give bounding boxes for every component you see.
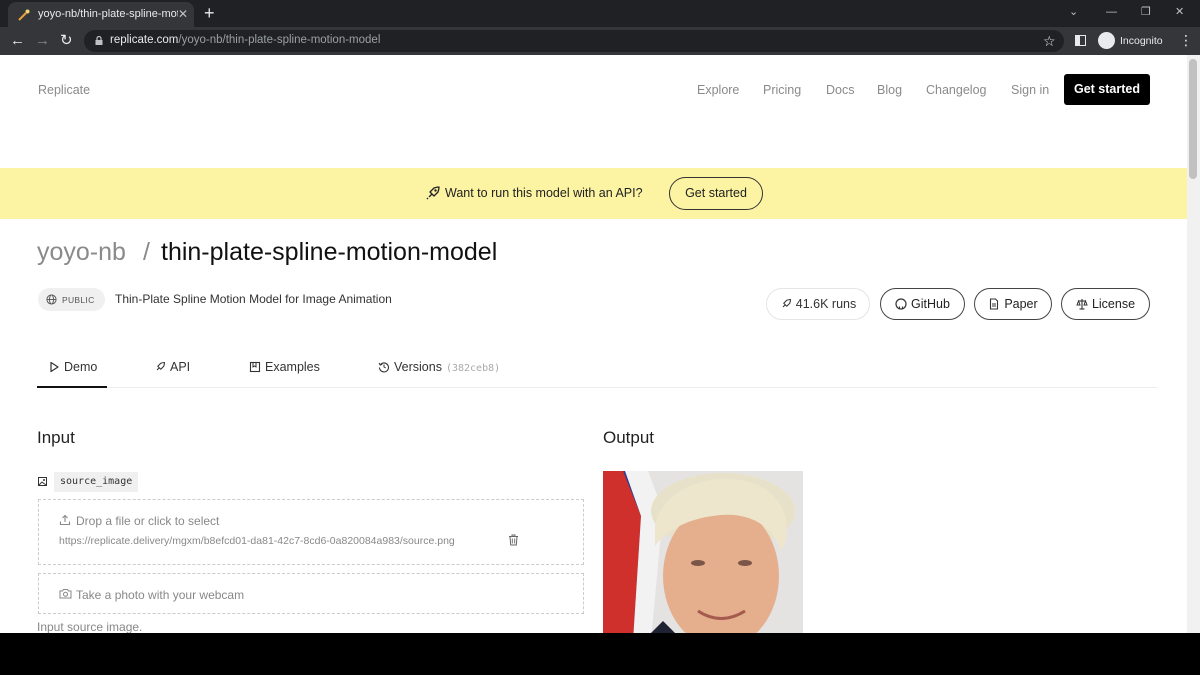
back-arrow-icon[interactable]: ← [10,32,25,50]
lock-icon [95,36,103,45]
play-icon [50,361,59,373]
bookmark-star-icon[interactable]: ☆ [1043,33,1056,49]
github-button[interactable]: GitHub [880,288,965,320]
nav-changelog[interactable]: Changelog [926,83,986,97]
output-image [603,471,803,633]
paper-button[interactable]: Paper [974,288,1052,320]
new-tab-icon[interactable]: + [204,3,215,23]
scrollbar-thumb[interactable] [1189,59,1197,179]
nav-docs[interactable]: Docs [826,83,854,97]
visibility-label: PUBLIC [62,295,95,305]
github-icon [895,298,907,310]
brand-logo[interactable]: Replicate [38,83,90,97]
browser-menu-icon[interactable]: ⋮ [1179,32,1193,48]
model-description: Thin-Plate Spline Motion Model for Image… [115,292,392,306]
url-host: replicate.com [110,34,179,46]
model-owner-link[interactable]: yoyo-nb [37,238,126,267]
tab-demo[interactable]: Demo [37,358,107,388]
tab-versions[interactable]: Versions (382ceb8) [378,358,500,388]
tab-demo-label: Demo [64,360,98,374]
upload-icon [59,514,71,526]
rocket-icon [156,361,166,371]
tab-versions-label: Versions [394,360,442,374]
model-tabs: Demo API Examples Versions (382ceb8) [37,358,1157,388]
image-icon [38,477,47,486]
address-bar[interactable]: replicate.com/yoyo-nb/thin-plate-spline-… [84,30,1064,52]
bookmark-icon [249,361,261,373]
input-help-text: Input source image. [37,620,143,633]
browser-toolbar: ← → ↻ replicate.com/yoyo-nb/thin-plate-s… [0,27,1200,55]
github-label: GitHub [911,297,950,311]
browser-tab-title: yoyo-nb/thin-plate-spline-motio [38,8,178,20]
browser-tab-strip: yoyo-nb/thin-plate-spline-motio ✕ + ⌄ — … [0,0,1200,27]
tab-api[interactable]: API [154,358,190,388]
wand-favicon-icon [18,9,30,21]
tab-api-label: API [170,360,191,374]
globe-icon [46,294,57,305]
reload-icon[interactable]: ↻ [60,32,73,50]
banner-text: Want to run this model with an API? [445,186,643,200]
license-label: License [1091,297,1136,311]
nav-pricing[interactable]: Pricing [763,83,801,97]
nav-blog[interactable]: Blog [877,83,902,97]
rocket-icon [782,298,791,308]
bottom-letterbox [0,633,1200,675]
rocket-icon [426,186,440,200]
document-icon [990,298,999,310]
webcam-capture-button[interactable]: Take a photo with your webcam [38,573,584,614]
api-banner: Want to run this model with an API? Get … [0,168,1187,219]
history-icon [378,362,390,373]
restore-icon[interactable]: ❐ [1141,5,1151,19]
forward-arrow-icon[interactable]: → [35,32,50,50]
address-url: replicate.com/yoyo-nb/thin-plate-spline-… [110,34,380,46]
paper-label: Paper [1004,297,1038,311]
incognito-avatar-icon[interactable] [1098,32,1115,49]
close-window-icon[interactable]: ✕ [1175,5,1184,19]
minimize-icon[interactable]: — [1106,5,1117,19]
page-viewport: Replicate Explore Pricing Docs Blog Chan… [0,55,1187,633]
page-title: thin-plate-spline-motion-model [161,238,498,266]
close-tab-icon[interactable]: ✕ [178,7,188,21]
output-heading: Output [603,428,655,447]
side-panel-icon[interactable] [1075,35,1086,46]
incognito-label[interactable]: Incognito [1120,35,1163,47]
file-dropzone[interactable]: Drop a file or click to select https://r… [38,499,584,565]
license-button[interactable]: License [1061,288,1150,320]
field-name-source-image: source_image [54,472,139,492]
scale-icon [1076,299,1088,310]
browser-tab[interactable]: yoyo-nb/thin-plate-spline-motio ✕ [8,2,194,27]
run-count-badge: 41.6K runs [766,288,870,320]
tab-examples[interactable]: Examples [249,358,320,388]
get-started-button[interactable]: Get started [1064,74,1150,105]
visibility-badge: PUBLIC [38,288,105,311]
input-heading: Input [37,428,75,447]
uploaded-file-link[interactable]: https://replicate.delivery/mgxm/b8efcd01… [59,535,455,547]
tab-search-chevron-icon[interactable]: ⌄ [1069,5,1078,19]
trash-icon[interactable] [508,534,519,546]
tab-examples-label: Examples [265,360,320,374]
dropzone-label: Drop a file or click to select [76,514,220,528]
nav-sign-in[interactable]: Sign in [1011,83,1049,97]
run-count: 41.6K runs [795,297,857,311]
page-scrollbar[interactable] [1187,55,1200,633]
version-hash: (382ceb8) [445,363,501,374]
nav-explore[interactable]: Explore [697,83,739,97]
banner-get-started-button[interactable]: Get started [669,177,763,210]
webcam-label: Take a photo with your webcam [76,588,245,602]
output-portrait-image [603,471,803,633]
title-separator: / [143,238,150,266]
url-path: /yoyo-nb/thin-plate-spline-motion-model [178,34,381,46]
camera-icon [59,589,72,599]
